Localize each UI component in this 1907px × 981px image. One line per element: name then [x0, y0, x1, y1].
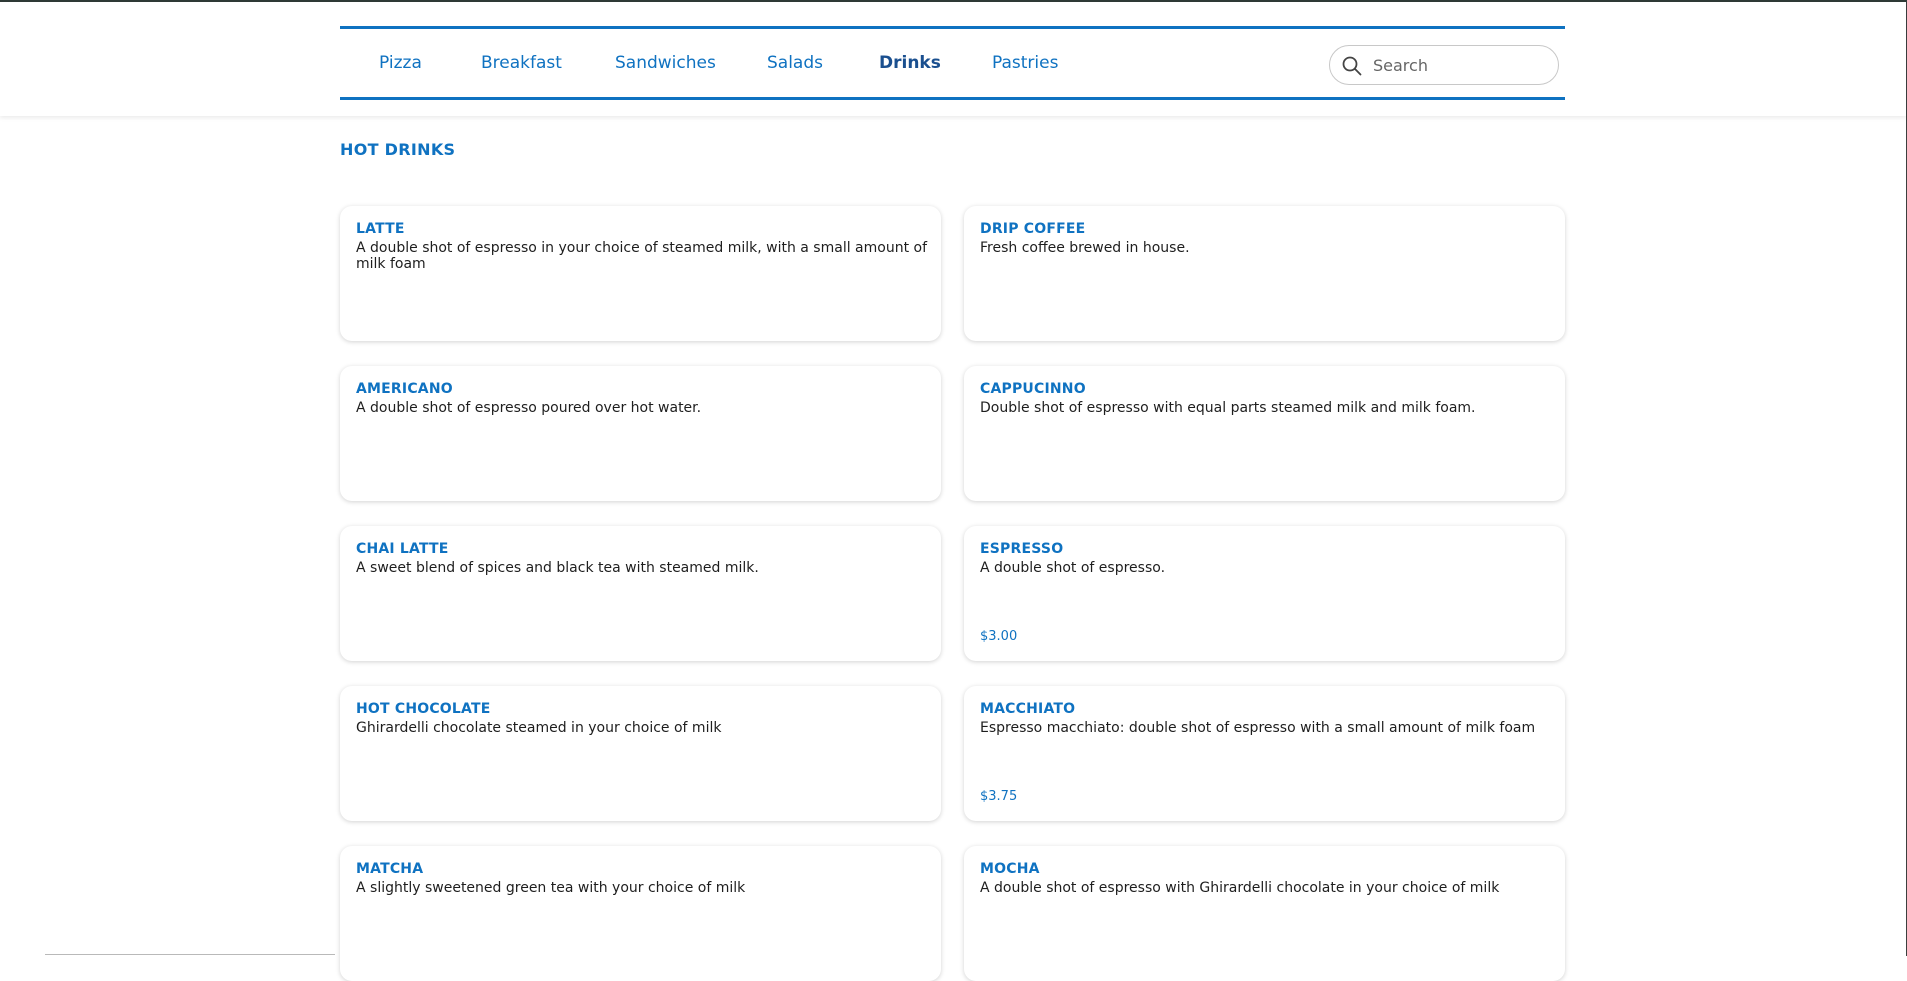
menu-item-card[interactable]: HOT CHOCOLATE Ghirardelli chocolate stea…	[340, 686, 941, 821]
menu-item-name: AMERICANO	[356, 381, 453, 397]
menu-item-name: CHAI LATTE	[356, 541, 449, 557]
menu-item-card[interactable]: LATTE A double shot of espresso in your …	[340, 206, 941, 341]
menu-item-description: A double shot of espresso poured over ho…	[356, 400, 702, 416]
menu-item-name: LATTE	[356, 221, 405, 237]
menu-item-price: $3.75	[980, 789, 1018, 804]
bottom-scroll-edge	[45, 954, 335, 955]
menu-item-card[interactable]: ESPRESSO A double shot of espresso. $3.0…	[964, 526, 1565, 661]
menu-item-name: DRIP COFFEE	[980, 221, 1086, 237]
menu-item-description: Espresso macchiato: double shot of espre…	[980, 720, 1536, 736]
menu-item-card[interactable]: CAPPUCINNO Double shot of espresso with …	[964, 366, 1565, 501]
nav-item-pastries[interactable]: Pastries	[992, 29, 1058, 97]
search-box[interactable]	[1329, 45, 1559, 85]
menu-item-description: A slightly sweetened green tea with your…	[356, 880, 746, 896]
page-frame	[0, 0, 1907, 956]
menu-item-name: MOCHA	[980, 861, 1040, 877]
menu-item-card[interactable]: MACCHIATO Espresso macchiato: double sho…	[964, 686, 1565, 821]
menu-item-description: Ghirardelli chocolate steamed in your ch…	[356, 720, 722, 736]
search-input[interactable]	[1373, 48, 1553, 82]
menu-item-name: MATCHA	[356, 861, 424, 877]
menu-item-description: A double shot of espresso.	[980, 560, 1166, 576]
menu-item-description: A sweet blend of spices and black tea wi…	[356, 560, 759, 576]
nav-item-breakfast[interactable]: Breakfast	[481, 29, 562, 97]
menu-item-card[interactable]: DRIP COFFEE Fresh coffee brewed in house…	[964, 206, 1565, 341]
nav-item-salads[interactable]: Salads	[767, 29, 823, 97]
menu-item-description: A double shot of espresso with Ghirardel…	[980, 880, 1500, 896]
menu-item-card[interactable]: MOCHA A double shot of espresso with Ghi…	[964, 846, 1565, 981]
nav-item-drinks[interactable]: Drinks	[879, 29, 941, 97]
menu-item-description: A double shot of espresso in your choice…	[356, 240, 928, 272]
menu-item-name: MACCHIATO	[980, 701, 1076, 717]
nav-item-sandwiches[interactable]: Sandwiches	[615, 29, 716, 97]
menu-item-description: Double shot of espresso with equal parts…	[980, 400, 1476, 416]
menu-item-description: Fresh coffee brewed in house.	[980, 240, 1190, 256]
menu-item-name: HOT CHOCOLATE	[356, 701, 491, 717]
category-nav: Pizza Breakfast Sandwiches Salads Drinks…	[340, 26, 1565, 100]
search-icon	[1341, 55, 1363, 77]
menu-item-name: ESPRESSO	[980, 541, 1064, 557]
nav-item-pizza[interactable]: Pizza	[379, 29, 422, 97]
top-bar: Pizza Breakfast Sandwiches Salads Drinks…	[0, 2, 1906, 116]
section-title: HOT DRINKS	[340, 140, 456, 159]
menu-item-card[interactable]: MATCHA A slightly sweetened green tea wi…	[340, 846, 941, 981]
menu-item-name: CAPPUCINNO	[980, 381, 1086, 397]
menu-item-card[interactable]: CHAI LATTE A sweet blend of spices and b…	[340, 526, 941, 661]
menu-item-card[interactable]: AMERICANO A double shot of espresso pour…	[340, 366, 941, 501]
menu-item-price: $3.00	[980, 629, 1018, 644]
